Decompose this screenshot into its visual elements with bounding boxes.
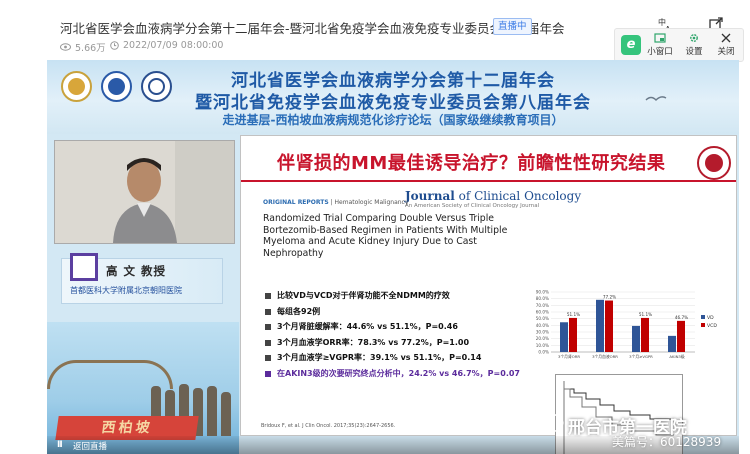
y-tick-label: 20.0% bbox=[536, 336, 549, 341]
y-tick-label: 10.0% bbox=[536, 343, 549, 348]
gear-icon bbox=[690, 34, 698, 42]
pause-icon[interactable]: II bbox=[57, 440, 63, 450]
mini-window-label: 小窗口 bbox=[647, 47, 673, 57]
conference-banner: 河北省医学会血液病学分会第十二届年会 暨河北省免疫学会血液免疫专业委员会第八届年… bbox=[47, 60, 739, 134]
eye-icon bbox=[60, 43, 71, 51]
bar-vcd bbox=[569, 317, 577, 352]
view-count: 5.66万 bbox=[60, 40, 106, 54]
speaker-nameplate: 高 文 教授 首都医科大学附属北京朝阳医院 bbox=[61, 253, 223, 304]
statue bbox=[207, 386, 217, 436]
bullet-item: 3个月血液学≥VGPR率：39.1% vs 51.1%，P=0.14 bbox=[265, 350, 525, 366]
data-label: 51.1% bbox=[639, 312, 652, 317]
paper-title: Randomized Trial Comparing Double Versus… bbox=[263, 213, 508, 259]
banner-line-3: 走进基层-西柏坡血液病规范化诊疗论坛（国家级继续教育项目） bbox=[222, 113, 564, 127]
bird-icon bbox=[645, 96, 667, 101]
bar-vcd bbox=[605, 300, 613, 352]
x-tick-label: 3个月血液ORR bbox=[592, 354, 618, 359]
bar-vcd bbox=[641, 317, 649, 352]
bullet-item: 3个月肾脏缓解率：44.6% vs 51.1%，P=0.46 bbox=[265, 319, 525, 335]
wechat-icon bbox=[546, 414, 564, 432]
x-tick-label: 3个月≥VGPR bbox=[629, 354, 653, 359]
close-icon bbox=[721, 33, 731, 43]
bridge-arch bbox=[47, 360, 173, 389]
nameplate-frame-icon bbox=[70, 253, 98, 281]
journal-subtitle: An American Society of Clinical Oncology… bbox=[405, 203, 540, 209]
data-label: 77.2% bbox=[603, 295, 616, 300]
legend-label: VD bbox=[707, 315, 714, 321]
app-logo: e bbox=[621, 35, 641, 55]
live-badge[interactable]: 直播中 bbox=[493, 18, 532, 35]
settings-label: 设置 bbox=[685, 47, 703, 57]
y-tick-label: 90.0% bbox=[536, 290, 549, 295]
x-tick-label: AKIN3级 bbox=[669, 354, 684, 359]
legend-swatch bbox=[701, 323, 705, 327]
journal-name: Journal of Clinical Oncology bbox=[405, 189, 582, 203]
bullet-item: 3个月血液学ORR率：78.3% vs 77.2%，P=1.00 bbox=[265, 335, 525, 351]
bar-vd bbox=[632, 325, 640, 352]
legend-label: VCD bbox=[707, 323, 717, 329]
presentation-slide: 伴肾损的MM最佳诱导治疗？前瞻性性研究结果 Journal of Clinica… bbox=[240, 135, 737, 454]
bar-vd bbox=[560, 322, 568, 352]
publish-date: 2022/07/09 08:00:00 bbox=[110, 40, 223, 51]
back-to-live-button[interactable]: 返回直播 bbox=[73, 440, 107, 452]
x-tick-label: 3个月肾ORR bbox=[558, 354, 580, 359]
speaker-video-image bbox=[55, 141, 234, 243]
clock-icon bbox=[110, 41, 119, 50]
slide-title: 伴肾损的MM最佳诱导治疗？前瞻性性研究结果 bbox=[277, 153, 666, 174]
y-tick-label: 0.0% bbox=[538, 350, 549, 355]
mini-window-button[interactable]: 小窗口 bbox=[645, 32, 675, 57]
report-tag: ORIGINAL REPORTS | Hematologic Malignanc… bbox=[263, 199, 409, 206]
citation: Bridoux F, et al. J Clin Oncol. 2017;35(… bbox=[261, 423, 396, 429]
background-scene: 西柏坡 bbox=[47, 322, 239, 454]
data-label: 51.1% bbox=[567, 312, 580, 317]
bullet-item: 比较VD与VCD对于伴肾功能不全NDMM的疗效 bbox=[265, 288, 525, 304]
date-text: 2022/07/09 08:00:00 bbox=[123, 40, 224, 51]
y-tick-label: 60.0% bbox=[536, 310, 549, 315]
y-tick-label: 70.0% bbox=[536, 303, 549, 308]
banner-line-2: 暨河北省免疫学会血液免疫专业委员会第八届年会 bbox=[195, 93, 591, 113]
floating-toolbar: e 小窗口 设置 关闭 bbox=[614, 28, 744, 62]
title-divider bbox=[241, 180, 736, 182]
legend-swatch bbox=[701, 315, 705, 319]
speaker-name: 高 文 教授 bbox=[106, 264, 167, 278]
bar-vd bbox=[596, 299, 604, 352]
y-tick-label: 50.0% bbox=[536, 316, 549, 321]
views-text: 5.66万 bbox=[75, 43, 106, 54]
page-title: 河北省医学会血液病学分会第十二届年会-暨河北省免疫学会血液免疫专业委员会第八届年… bbox=[60, 21, 565, 36]
hospital-seal-icon bbox=[697, 146, 731, 180]
bar-vd bbox=[668, 335, 676, 352]
bullet-item: 每组各92例 bbox=[265, 304, 525, 320]
data-label: 46.7% bbox=[675, 315, 688, 320]
video-player[interactable]: 河北省医学会血液病学分会第十二届年会 暨河北省免疫学会血液免疫专业委员会第八届年… bbox=[47, 60, 739, 454]
bar-chart: 0.0% 10.0% 20.0%30.0% 40.0% 50.0%60.0% 70.0% 8… bbox=[536, 290, 718, 360]
speaker-camera-feed bbox=[54, 140, 235, 244]
bullet-item-highlight: 在AKIN3级的次要研究终点分析中，24.2% vs 46.7%，P=0.07 bbox=[265, 366, 525, 382]
watermark-subtext: 美篇号：60128939 bbox=[612, 435, 722, 449]
y-tick-label: 40.0% bbox=[536, 323, 549, 328]
speaker-affiliation: 首都医科大学附属北京朝阳医院 bbox=[70, 286, 182, 295]
close-label: 关闭 bbox=[717, 47, 735, 57]
settings-button[interactable]: 设置 bbox=[679, 32, 709, 57]
statue bbox=[221, 392, 231, 436]
close-button[interactable]: 关闭 bbox=[711, 32, 741, 57]
bullet-list: 比较VD与VCD对于伴肾功能不全NDMM的疗效 每组各92例 3个月肾脏缓解率：… bbox=[265, 288, 525, 381]
y-tick-label: 30.0% bbox=[536, 330, 549, 335]
mini-window-icon bbox=[654, 33, 666, 43]
bar-vcd bbox=[677, 320, 685, 352]
y-tick-label: 80.0% bbox=[536, 296, 549, 301]
